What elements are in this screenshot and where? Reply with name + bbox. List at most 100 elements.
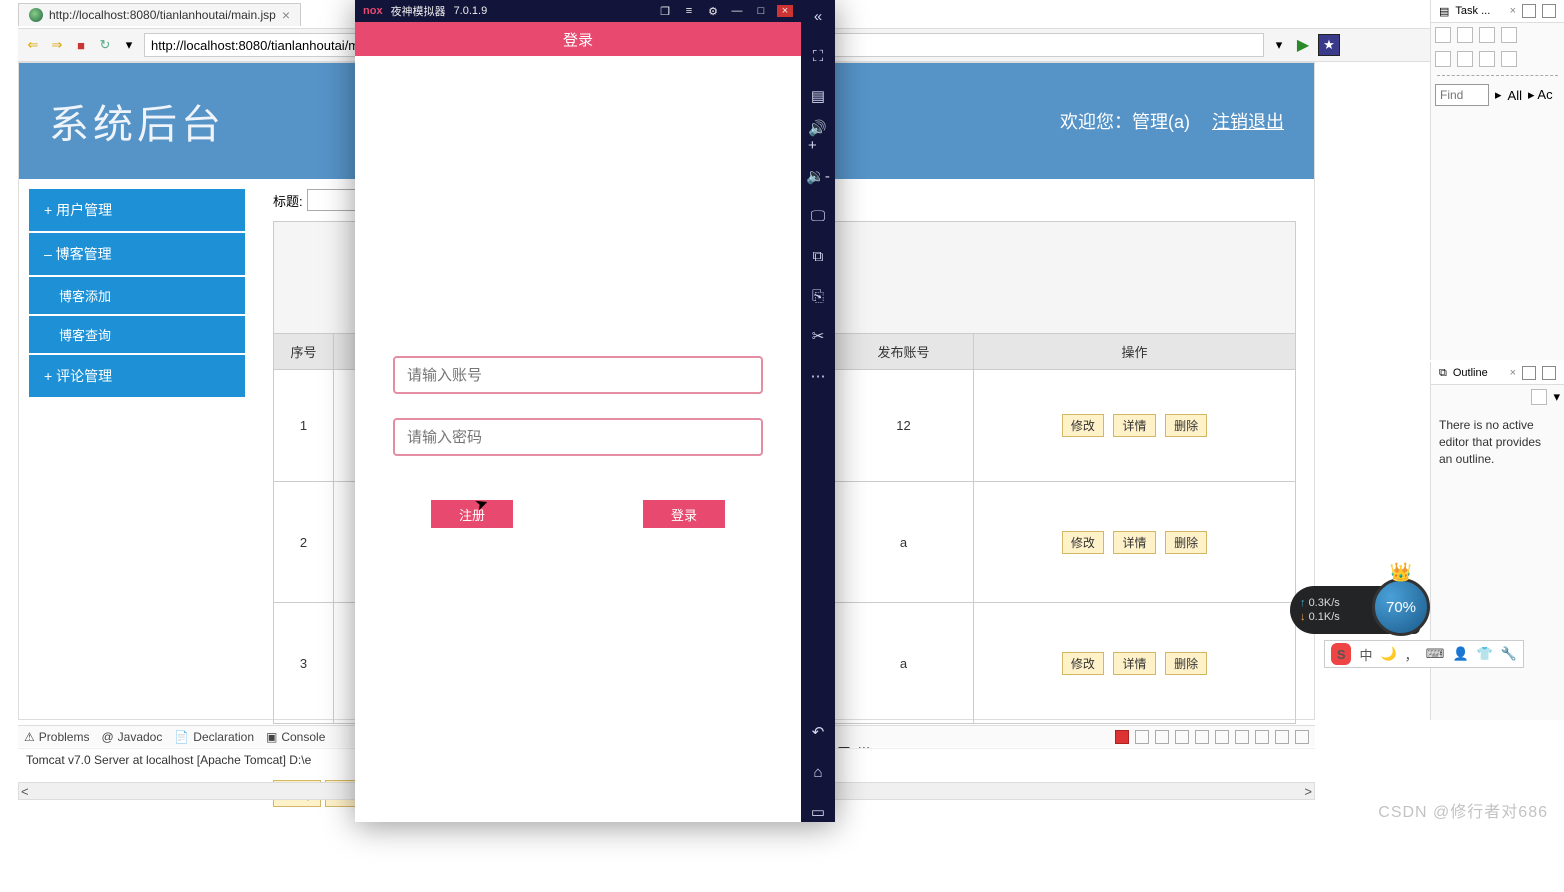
register-button[interactable]: 注册: [431, 500, 513, 528]
emulator-copy-icon[interactable]: ❐: [657, 5, 673, 18]
tab-javadoc[interactable]: @ Javadoc: [101, 730, 162, 744]
detail-button[interactable]: 详情: [1113, 652, 1155, 675]
ime-lang[interactable]: 中: [1359, 645, 1372, 664]
history-dropdown[interactable]: ▾: [120, 36, 138, 54]
panel-min-icon[interactable]: [1522, 4, 1536, 18]
logout-link[interactable]: 注销退出: [1212, 108, 1284, 134]
task-link-icon[interactable]: [1479, 51, 1495, 67]
scissors-icon[interactable]: ✂: [808, 326, 828, 346]
url-dropdown-icon[interactable]: ▾: [1270, 36, 1288, 54]
tab-problems[interactable]: ⚠ Problems: [24, 730, 89, 744]
panel-min-icon[interactable]: [1522, 366, 1536, 380]
sidebar-item-user-mgmt[interactable]: + 用户管理: [29, 189, 245, 231]
new-task-icon[interactable]: [1435, 27, 1451, 43]
remove-all-icon[interactable]: [1155, 730, 1169, 744]
delete-button[interactable]: 删除: [1165, 531, 1207, 554]
emulator-close-icon[interactable]: ×: [777, 5, 793, 17]
keyboard-icon[interactable]: ▤: [808, 86, 828, 106]
scroll-right-icon[interactable]: >: [1304, 784, 1312, 799]
sidebar-item-blog-add[interactable]: 博客添加: [29, 277, 245, 314]
browser-tab[interactable]: http://localhost:8080/tianlanhoutai/main…: [18, 3, 301, 26]
task-presentation-icon[interactable]: [1501, 51, 1517, 67]
detail-button[interactable]: 详情: [1113, 414, 1155, 437]
reload-button[interactable]: ↻: [96, 36, 114, 54]
more-icon[interactable]: ⋯: [808, 366, 828, 386]
modify-button[interactable]: 修改: [1062, 414, 1104, 437]
console-max-icon[interactable]: [1295, 730, 1309, 744]
tab-declaration[interactable]: 📄 Declaration: [174, 730, 254, 744]
terminate-icon[interactable]: [1115, 730, 1129, 744]
delete-button[interactable]: 删除: [1165, 414, 1207, 437]
volume-down-icon[interactable]: 🔉-: [808, 166, 828, 186]
sidebar: + 用户管理 – 博客管理 博客添加 博客查询 + 评论管理: [19, 179, 255, 719]
modify-button[interactable]: 修改: [1062, 531, 1104, 554]
ime-user-icon[interactable]: 👤: [1452, 646, 1468, 662]
task-collapse-icon[interactable]: [1435, 51, 1451, 67]
ime-punct-icon[interactable]: ，: [1405, 645, 1418, 664]
remove-launch-icon[interactable]: [1135, 730, 1149, 744]
password-input[interactable]: [393, 418, 763, 456]
close-icon[interactable]: ×: [282, 7, 290, 23]
find-activate-link[interactable]: ▸ Ac: [1528, 87, 1553, 103]
modify-button[interactable]: 修改: [1062, 652, 1104, 675]
open-console-icon[interactable]: [1255, 730, 1269, 744]
stop-button[interactable]: ■: [72, 36, 90, 54]
scroll-left-icon[interactable]: <: [21, 784, 29, 799]
clear-console-icon[interactable]: [1175, 730, 1189, 744]
task-sync-icon[interactable]: [1479, 27, 1495, 43]
login-button[interactable]: 登录: [643, 500, 725, 528]
cell-ops: 修改 详情 删除: [974, 603, 1296, 724]
close-icon[interactable]: ×: [1510, 367, 1516, 379]
outline-dropdown-icon[interactable]: ▾: [1553, 389, 1560, 405]
task-panel-tab[interactable]: ▤ Task ... ×: [1431, 0, 1564, 23]
account-input[interactable]: [393, 356, 763, 394]
panel-max-icon[interactable]: [1542, 366, 1556, 380]
outline-menu-icon[interactable]: [1531, 389, 1547, 405]
tab-console[interactable]: ▣ Console: [266, 730, 325, 744]
android-back-icon[interactable]: ↶: [808, 722, 828, 742]
back-button[interactable]: ⇐: [24, 36, 42, 54]
screenshot-icon[interactable]: 🖵: [808, 206, 828, 226]
find-go-icon[interactable]: ▸: [1495, 87, 1502, 103]
display-console-icon[interactable]: [1235, 730, 1249, 744]
collapse-sidebar-icon[interactable]: «: [808, 6, 828, 26]
volume-up-icon[interactable]: 🔊+: [808, 126, 828, 146]
ime-toolbar[interactable]: S 中 🌙 ， ⌨ 👤 👕 🔧: [1324, 640, 1524, 668]
console-min-icon[interactable]: [1275, 730, 1289, 744]
upload-speed: 0.3K/s: [1300, 597, 1340, 609]
outline-panel-tab[interactable]: ⧉ Outline ×: [1431, 362, 1564, 385]
android-recent-icon[interactable]: ▭: [808, 802, 828, 822]
bookmark-button[interactable]: ★: [1318, 34, 1340, 56]
ime-moon-icon[interactable]: 🌙: [1380, 646, 1396, 662]
rotate-icon[interactable]: ⎘: [808, 286, 828, 306]
emulator-minimize-icon[interactable]: —: [729, 5, 745, 17]
close-icon[interactable]: ×: [1510, 5, 1516, 17]
scroll-lock-icon[interactable]: [1195, 730, 1209, 744]
find-all-link[interactable]: All: [1508, 88, 1522, 103]
find-input[interactable]: [1435, 84, 1489, 106]
task-category-icon[interactable]: [1457, 27, 1473, 43]
pin-console-icon[interactable]: [1215, 730, 1229, 744]
emulator-titlebar[interactable]: nox 夜神模拟器 7.0.1.9 ❐ ≡ ⚙ — □ ×: [355, 0, 801, 22]
task-focus-icon[interactable]: [1457, 51, 1473, 67]
forward-button[interactable]: ⇒: [48, 36, 66, 54]
sidebar-item-blog-mgmt[interactable]: – 博客管理: [29, 233, 245, 275]
emulator-maximize-icon[interactable]: □: [753, 5, 769, 17]
detail-button[interactable]: 详情: [1113, 531, 1155, 554]
sidebar-item-comment-mgmt[interactable]: + 评论管理: [29, 355, 245, 397]
emulator-settings-icon[interactable]: ⚙: [705, 5, 721, 18]
ime-keyboard-icon[interactable]: ⌨: [1426, 646, 1445, 662]
ime-tool-icon[interactable]: 🔧: [1501, 646, 1517, 662]
go-button[interactable]: ▶: [1294, 36, 1312, 54]
task-filter-icon[interactable]: [1501, 27, 1517, 43]
multiwindow-icon[interactable]: ⧉: [808, 246, 828, 266]
ime-skin-icon[interactable]: 👕: [1477, 646, 1493, 662]
ime-logo-icon[interactable]: S: [1331, 643, 1351, 665]
delete-button[interactable]: 删除: [1165, 652, 1207, 675]
sidebar-item-blog-query[interactable]: 博客查询: [29, 316, 245, 353]
panel-max-icon[interactable]: [1542, 4, 1556, 18]
speed-percent[interactable]: 70%: [1372, 578, 1430, 636]
fullscreen-icon[interactable]: ⛶: [808, 46, 828, 66]
android-home-icon[interactable]: ⌂: [808, 762, 828, 782]
emulator-menu-icon[interactable]: ≡: [681, 5, 697, 17]
